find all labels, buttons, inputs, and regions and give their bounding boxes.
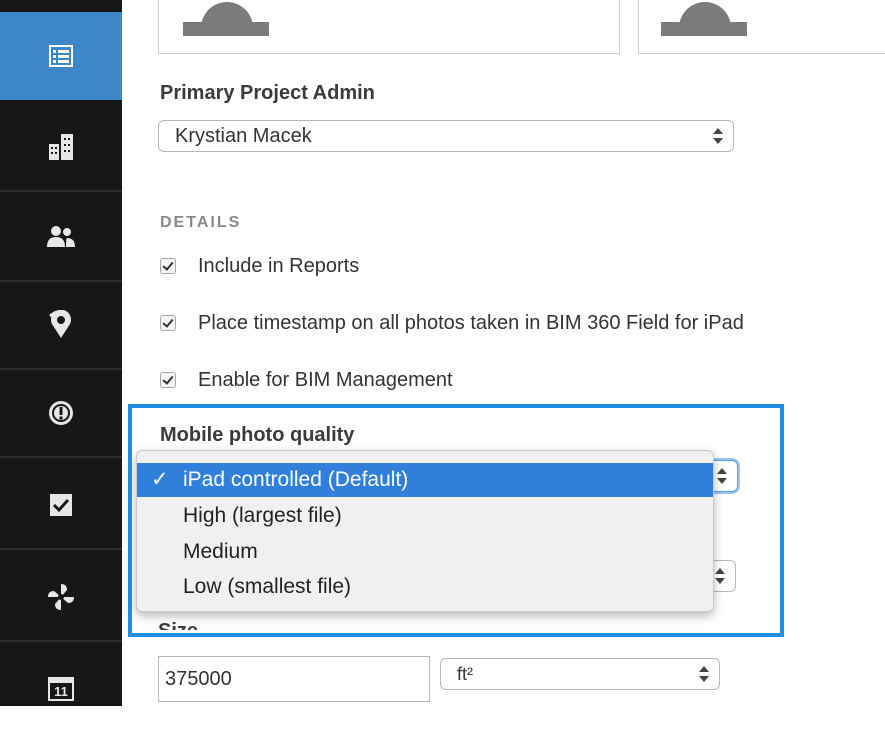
checkbox-label: Include in Reports [198,254,360,277]
checkbox-icon [49,493,73,517]
menu-option-label: High (largest file) [183,504,342,527]
menu-option-medium[interactable]: Medium [137,535,713,569]
menu-option-low[interactable]: Low (smallest file) [137,570,713,604]
sidebar-item-people[interactable] [0,194,122,282]
size-input[interactable]: 375000 [158,656,430,702]
include-in-reports-checkbox[interactable] [160,258,176,274]
menu-option-label: Low (smallest file) [183,575,352,598]
sidebar-item-list[interactable] [0,12,122,100]
photo-quality-menu: ✓ iPad controlled (Default) High (larges… [136,450,714,612]
unit-select-value: ft² [457,664,473,684]
sidebar-item-equipment[interactable] [0,554,122,642]
checkmark-icon: ✓ [151,468,169,491]
sidebar-item-checklists[interactable] [0,462,122,550]
alert-icon [47,399,75,427]
location-pin-icon [48,310,74,340]
select-arrows-icon [699,666,709,684]
select-arrows-icon [713,128,723,146]
timestamp-row: Place timestamp on all photos taken in B… [160,310,744,336]
people-icon [46,225,76,249]
menu-option-high[interactable]: High (largest file) [137,499,713,533]
bim-management-checkbox[interactable] [160,372,176,388]
buildings-icon [47,132,75,162]
details-heading: DETAILS [160,214,242,231]
checkbox-label: Place timestamp on all photos taken in B… [198,311,744,334]
admin-label: Primary Project Admin [160,82,375,104]
sidebar-nav: 11 [0,0,122,706]
menu-option-label: iPad controlled (Default) [183,468,409,491]
include-in-reports-row: Include in Reports [160,253,359,279]
calendar-day: 11 [54,684,68,699]
unit-select[interactable]: ft² [440,658,720,690]
avatar-card [638,0,885,54]
avatar-card [158,0,620,54]
sidebar-item-buildings[interactable] [0,104,122,192]
sidebar-item-locations[interactable] [0,282,122,370]
calendar-icon: 11 [48,675,74,701]
sidebar-item-issues[interactable] [0,370,122,458]
menu-option-ipad-controlled[interactable]: ✓ iPad controlled (Default) [137,463,713,497]
menu-option-label: Medium [183,540,258,563]
fan-icon [46,582,76,612]
admin-select-value: Krystian Macek [175,125,312,147]
admin-select[interactable]: Krystian Macek [158,120,734,152]
checkbox-label: Enable for BIM Management [198,368,453,391]
bim-management-row: Enable for BIM Management [160,367,453,393]
list-icon [49,45,73,67]
timestamp-checkbox[interactable] [160,315,176,331]
sidebar-item-calendar[interactable]: 11 [0,644,122,732]
